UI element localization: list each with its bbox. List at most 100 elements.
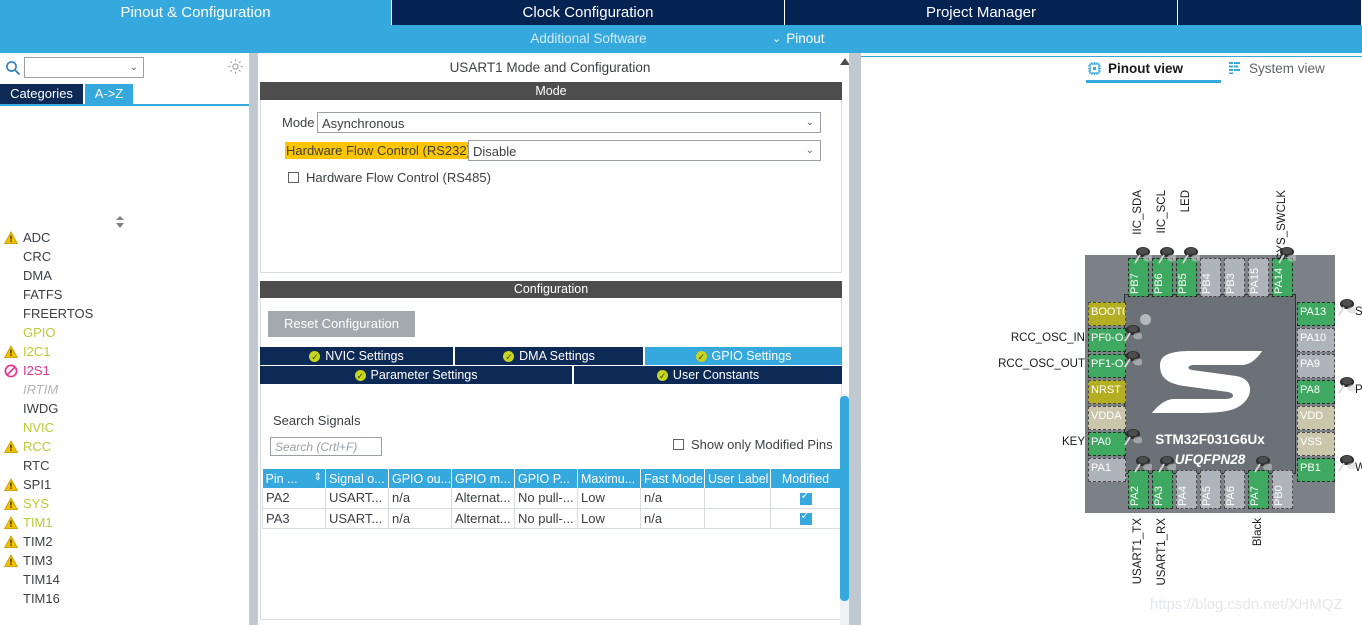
sidebar-item-tim14[interactable]: TIM14 bbox=[0, 570, 249, 589]
tab-tools[interactable] bbox=[1178, 0, 1362, 25]
sidebar-item-fatfs[interactable]: FATFS bbox=[0, 285, 249, 304]
mode-select[interactable]: Asynchronous ⌄ bbox=[317, 112, 821, 133]
table-cell-maximum[interactable]: Low bbox=[577, 508, 641, 529]
hardware-flow-control-rs485-row[interactable]: Hardware Flow Control (RS485) bbox=[288, 170, 491, 185]
pin-marker-icon[interactable] bbox=[1334, 376, 1357, 394]
reset-configuration-button[interactable]: Reset Configuration bbox=[268, 311, 415, 337]
table-column-header[interactable]: GPIO P... bbox=[514, 469, 578, 488]
chip-pin-pa7[interactable]: PA7 bbox=[1248, 470, 1269, 509]
table-cell-maximum[interactable]: Low bbox=[577, 488, 641, 509]
sidebar-item-tim1[interactable]: TIM1 bbox=[0, 513, 249, 532]
chip-pin-pb0[interactable]: PB0 bbox=[1272, 470, 1293, 509]
table-cell-gpio-mode[interactable]: Alternat... bbox=[451, 508, 515, 529]
sidebar-item-adc[interactable]: ADC bbox=[0, 228, 249, 247]
table-cell-modified[interactable] bbox=[770, 508, 841, 529]
chip-pin-boot0[interactable]: BOOT0 bbox=[1088, 302, 1126, 326]
chip-pin-pb1[interactable]: PB1 bbox=[1297, 458, 1335, 482]
sidebar-item-tim3[interactable]: TIM3 bbox=[0, 551, 249, 570]
tab-gpio-settings[interactable]: GPIO Settings bbox=[645, 347, 842, 366]
table-cell-pin[interactable]: PA3 bbox=[262, 508, 326, 529]
table-column-header[interactable]: GPIO m... bbox=[451, 469, 515, 488]
chip-pin-pa1[interactable]: PA1 bbox=[1088, 458, 1126, 482]
chip-pin-vdd[interactable]: VDD bbox=[1297, 406, 1335, 430]
pin-marker-icon[interactable] bbox=[1120, 324, 1143, 342]
table-cell-gpio-output[interactable]: n/a bbox=[388, 508, 452, 529]
table-column-header[interactable]: Fast Mode bbox=[640, 469, 705, 488]
tab-system-view[interactable]: System view bbox=[1228, 58, 1325, 78]
sidebar-item-i2s1[interactable]: I2S1 bbox=[0, 361, 249, 380]
table-column-header[interactable]: User Label bbox=[704, 469, 771, 488]
left-panel-splitter[interactable] bbox=[249, 53, 258, 625]
table-column-header[interactable]: GPIO ou... bbox=[388, 469, 452, 488]
tab-dma-settings[interactable]: DMA Settings bbox=[455, 347, 644, 366]
search-signals-input[interactable]: Search (Crtl+F) bbox=[270, 437, 382, 456]
tab-project-manager[interactable]: Project Manager bbox=[785, 0, 1178, 25]
sidebar-item-tim2[interactable]: TIM2 bbox=[0, 532, 249, 551]
table-row[interactable]: PA2 USART... n/a Alternat... No pull-... Low n… bbox=[262, 488, 841, 509]
tab-clock-configuration[interactable]: Clock Configuration bbox=[392, 0, 785, 25]
sort-indicator-icon[interactable]: ⇕ bbox=[314, 472, 322, 483]
table-cell-signal[interactable]: USART... bbox=[325, 508, 389, 529]
chip-pin-pa2[interactable]: PA2 bbox=[1128, 470, 1149, 509]
table-cell-gpio-pull[interactable]: No pull-... bbox=[514, 488, 578, 509]
tab-a-to-z[interactable]: A->Z bbox=[85, 84, 133, 104]
sidebar-item-dma[interactable]: DMA bbox=[0, 266, 249, 285]
additional-software-button[interactable]: Additional Software bbox=[392, 25, 785, 53]
pin-marker-icon[interactable] bbox=[1250, 455, 1273, 473]
table-cell-modified[interactable] bbox=[770, 488, 841, 509]
table-column-header[interactable]: Modified bbox=[770, 469, 841, 488]
sidebar-item-tim17[interactable]: TIM17 bbox=[0, 608, 249, 610]
pin-marker-icon[interactable] bbox=[1130, 246, 1153, 264]
chip-pin-pa6[interactable]: PA6 bbox=[1224, 470, 1245, 509]
search-input[interactable]: ⌄ bbox=[24, 57, 144, 78]
hardware-flow-control-rs232-select[interactable]: Disable ⌄ bbox=[468, 140, 821, 161]
pin-marker-icon[interactable] bbox=[1154, 455, 1177, 473]
chip-pin-nrst[interactable]: NRST bbox=[1088, 380, 1126, 404]
pin-marker-icon[interactable] bbox=[1120, 350, 1143, 368]
sidebar-item-i2c1[interactable]: I2C1 bbox=[0, 342, 249, 361]
sidebar-item-spi1[interactable]: SPI1 bbox=[0, 475, 249, 494]
sidebar-item-rcc[interactable]: RCC bbox=[0, 437, 249, 456]
tab-categories[interactable]: Categories bbox=[0, 84, 83, 104]
chip-pin-vdda[interactable]: VDDA bbox=[1088, 406, 1126, 430]
chip-pin-pa5[interactable]: PA5 bbox=[1200, 470, 1221, 509]
table-cell-pin[interactable]: PA2 bbox=[262, 488, 326, 509]
chip-pin-vss[interactable]: VSS bbox=[1297, 432, 1335, 456]
chip-pin-pb4[interactable]: PB4 bbox=[1200, 258, 1221, 297]
table-cell-gpio-output[interactable]: n/a bbox=[388, 488, 452, 509]
checkbox-checked-icon[interactable] bbox=[799, 489, 812, 505]
table-cell-fast-mode[interactable]: n/a bbox=[640, 508, 705, 529]
table-cell-fast-mode[interactable]: n/a bbox=[640, 488, 705, 509]
sidebar-item-freertos[interactable]: FREERTOS bbox=[0, 304, 249, 323]
sidebar-item-crc[interactable]: CRC bbox=[0, 247, 249, 266]
sidebar-item-nvic[interactable]: NVIC bbox=[0, 418, 249, 437]
sidebar-item-iwdg[interactable]: IWDG bbox=[0, 399, 249, 418]
sidebar-item-gpio[interactable]: GPIO bbox=[0, 323, 249, 342]
tab-pinout-configuration[interactable]: Pinout & Configuration bbox=[0, 0, 392, 25]
pin-marker-icon[interactable] bbox=[1130, 455, 1153, 473]
table-column-header[interactable]: Pin ... ⇕ bbox=[262, 469, 326, 488]
tab-nvic-settings[interactable]: NVIC Settings bbox=[260, 347, 454, 366]
table-cell-user-label[interactable] bbox=[704, 488, 771, 509]
show-only-modified-pins-row[interactable]: Show only Modified Pins bbox=[673, 437, 833, 452]
pin-marker-icon[interactable] bbox=[1178, 246, 1201, 264]
table-cell-signal[interactable]: USART... bbox=[325, 488, 389, 509]
table-cell-gpio-pull[interactable]: No pull-... bbox=[514, 508, 578, 529]
table-cell-gpio-mode[interactable]: Alternat... bbox=[451, 488, 515, 509]
chip-pin-pa8[interactable]: PA8 bbox=[1297, 380, 1335, 404]
sidebar-item-irtim[interactable]: IRTIM bbox=[0, 380, 249, 399]
chip-pin-pa13[interactable]: PA13 bbox=[1297, 302, 1335, 326]
tab-parameter-settings[interactable]: Parameter Settings bbox=[260, 366, 573, 385]
pinout-dropdown-button[interactable]: ⌄ Pinout bbox=[772, 25, 825, 53]
chip-pin-pa15[interactable]: PA15 bbox=[1248, 258, 1269, 297]
sidebar-item-tim16[interactable]: TIM16 bbox=[0, 589, 249, 608]
show-only-modified-pins-checkbox[interactable] bbox=[673, 439, 684, 450]
chip-pin-pa3[interactable]: PA3 bbox=[1152, 470, 1173, 509]
table-cell-user-label[interactable] bbox=[704, 508, 771, 529]
chip-pin-pa10[interactable]: PA10 bbox=[1297, 328, 1335, 352]
pin-marker-icon[interactable] bbox=[1334, 298, 1357, 316]
table-column-header[interactable]: Signal o... bbox=[325, 469, 389, 488]
tab-pinout-view[interactable]: Pinout view bbox=[1087, 58, 1183, 78]
chip-pin-pa9[interactable]: PA9 bbox=[1297, 354, 1335, 378]
pin-marker-icon[interactable] bbox=[1154, 246, 1177, 264]
